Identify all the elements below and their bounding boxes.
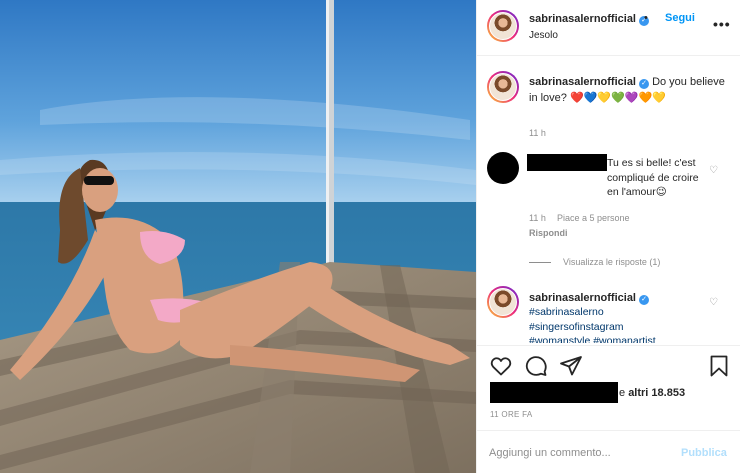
comment-likes[interactable]: Piace a 5 persone (557, 213, 630, 223)
hashtag-link[interactable]: #sabrinasalerno (529, 305, 729, 320)
likes-count-text: e altri 18.853 (619, 387, 685, 399)
commenter-avatar[interactable] (487, 152, 519, 184)
hashtag-comment-username[interactable]: sabrinasalernofficial ✓ (529, 292, 649, 305)
hashtag-list: #sabrinasalerno #singersofinstagram #wom… (529, 305, 729, 343)
likes-count-link[interactable]: altri 18.853 (628, 387, 685, 399)
divider (529, 261, 551, 263)
caption: sabrinasalernofficial ✓ Do you believe in… (529, 74, 729, 106)
bookmark-icon[interactable] (707, 354, 731, 378)
username-text: sabrinasalernofficial (529, 13, 636, 25)
location-link[interactable]: Jesolo (529, 30, 558, 41)
hashtag-link[interactable]: #singersofinstagram (529, 320, 729, 335)
heart-icon[interactable] (489, 354, 513, 378)
comment-icon[interactable] (524, 354, 548, 378)
redacted-username (527, 154, 607, 171)
post-side-panel: sabrinasalernofficial ✓ • Segui Jesolo ••… (476, 0, 740, 473)
reply-button[interactable]: Rispondi (529, 228, 568, 238)
likes-prefix: e (619, 387, 629, 399)
comment-time[interactable]: 11 h (529, 213, 546, 223)
post-timestamp[interactable]: 11 ORE FA (490, 410, 533, 419)
likes-summary[interactable]: e altri 18.853 (487, 382, 737, 404)
action-bar (477, 345, 740, 385)
hashtag-username-text: sabrinasalernofficial (529, 292, 636, 304)
post-image (0, 0, 476, 473)
comment-like-heart-icon[interactable]: ♡ (709, 165, 718, 176)
post-header: sabrinasalernofficial ✓ • Segui Jesolo ••… (477, 0, 740, 56)
verified-icon: ✓ (639, 295, 649, 305)
hashtag-link[interactable]: #womanstyle #womanartist (529, 334, 729, 343)
avatar[interactable] (487, 71, 519, 103)
post-photo[interactable] (0, 0, 476, 473)
comments-section[interactable]: sabrinasalernofficial ✓ Do you believe in… (477, 57, 740, 343)
caption-username-text: sabrinasalernofficial (529, 76, 636, 88)
avatar[interactable] (487, 10, 519, 42)
view-replies-label: Visualizza le risposte (1) (563, 257, 661, 267)
comment-text: Tu es si belle! c'est compliqué de croir… (607, 157, 699, 198)
publish-button[interactable]: Pubblica (681, 447, 727, 459)
username-link[interactable]: sabrinasalernofficial ✓ (529, 13, 649, 26)
follow-button[interactable]: Segui (665, 12, 695, 24)
caption-username[interactable]: sabrinasalernofficial ✓ (529, 76, 649, 89)
avatar[interactable] (487, 286, 519, 318)
redacted-liker (490, 382, 618, 403)
comment-form: Pubblica (477, 430, 740, 473)
view-replies-button[interactable]: Visualizza le risposte (1) (529, 257, 660, 267)
share-icon[interactable] (559, 354, 583, 378)
caption-time[interactable]: 11 h (529, 128, 546, 138)
separator: • (644, 12, 648, 24)
more-icon[interactable]: ••• (713, 16, 731, 32)
verified-icon: ✓ (639, 79, 649, 89)
comment-input[interactable] (489, 443, 669, 463)
